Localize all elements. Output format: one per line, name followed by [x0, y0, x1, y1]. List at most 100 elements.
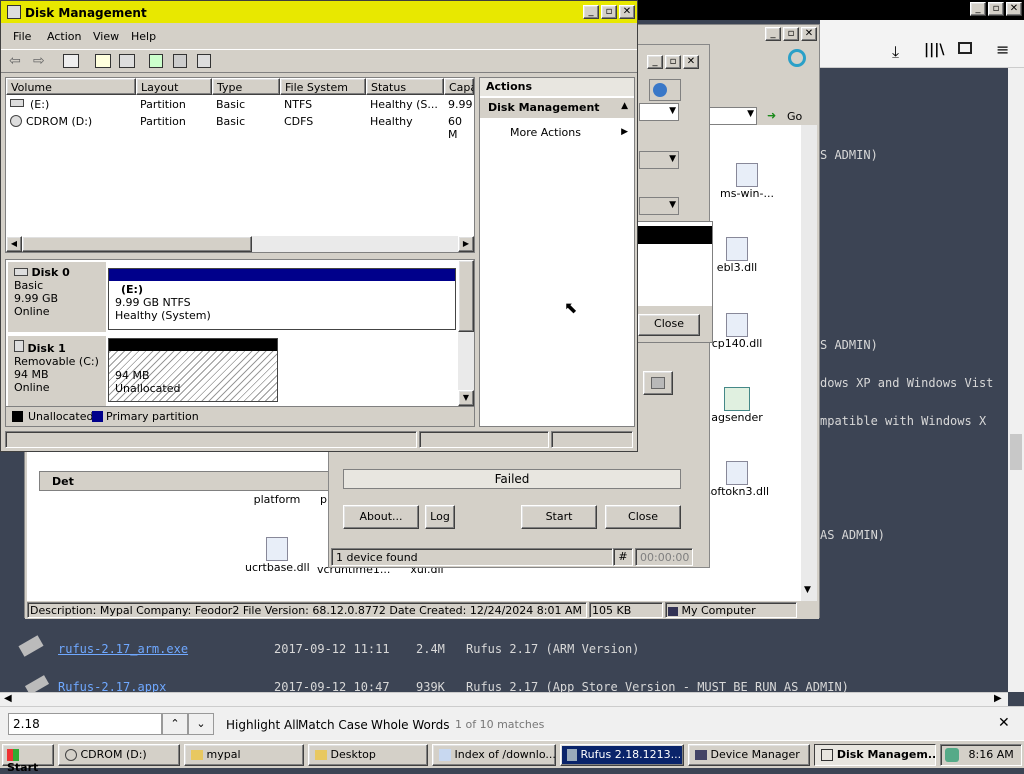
close-button[interactable]: ✕: [619, 5, 635, 19]
maximize-button[interactable]: ▫: [601, 5, 617, 19]
minimize-button[interactable]: _: [583, 5, 599, 19]
file-item[interactable]: ucrtbase.dll: [245, 537, 310, 574]
find-previous-button[interactable]: ⌃: [162, 713, 188, 735]
scroll-left-arrow[interactable]: ◀: [6, 236, 22, 252]
disk-map-vscrollbar[interactable]: ▼: [458, 260, 474, 406]
device-dropdown[interactable]: ▼: [639, 103, 679, 121]
library-icon[interactable]: |||\: [924, 42, 944, 58]
log-button[interactable]: Log: [425, 505, 455, 529]
taskbar-item[interactable]: Device Manager: [688, 744, 810, 766]
scroll-left-arrow[interactable]: ◀: [4, 693, 12, 704]
about-button[interactable]: About...: [343, 505, 419, 529]
help-icon[interactable]: [95, 54, 111, 68]
table-row[interactable]: (E:) Partition Basic NTFS Healthy (S... …: [6, 96, 474, 113]
table-row[interactable]: CDROM (D:) Partition Basic CDFS Healthy …: [6, 113, 474, 141]
minimize-button[interactable]: _: [765, 27, 781, 41]
column-header-type[interactable]: Type: [212, 78, 280, 95]
scroll-thumb[interactable]: [458, 260, 474, 332]
globe-icon-button[interactable]: [649, 79, 681, 101]
go-arrow-icon[interactable]: ➜: [767, 109, 776, 122]
collapse-icon[interactable]: ▲: [621, 101, 628, 111]
volume-list-hscrollbar[interactable]: ◀ ▶: [6, 236, 474, 252]
partition-e[interactable]: (E:) 9.99 GB NTFS Healthy (System): [108, 268, 456, 330]
back-arrow-icon[interactable]: ⇦: [9, 53, 21, 69]
page-vertical-scrollbar[interactable]: [1008, 68, 1024, 692]
find-next-button[interactable]: ⌄: [188, 713, 214, 735]
dialog-close-button[interactable]: Close: [638, 314, 700, 336]
start-button[interactable]: Start: [2, 744, 54, 774]
close-button[interactable]: Close: [605, 505, 681, 529]
go-button[interactable]: Go: [787, 110, 802, 123]
scroll-right-arrow[interactable]: ▶: [458, 236, 474, 252]
close-button[interactable]: ✕: [683, 55, 699, 69]
scroll-down-arrow[interactable]: ▼: [458, 390, 474, 406]
settings-icon[interactable]: [173, 54, 187, 68]
taskbar-item[interactable]: mypal: [184, 744, 304, 766]
close-button[interactable]: ✕: [801, 27, 817, 41]
column-header-layout[interactable]: Layout: [136, 78, 212, 95]
scroll-thumb[interactable]: [1010, 434, 1022, 470]
chevron-down-icon[interactable]: ▼: [669, 154, 676, 164]
scroll-down-arrow[interactable]: ▼: [804, 585, 811, 595]
rescan-icon[interactable]: [197, 54, 211, 68]
address-bar[interactable]: ▼: [705, 107, 757, 125]
tray-icon[interactable]: [945, 748, 959, 762]
close-button[interactable]: ✕: [1006, 2, 1022, 16]
match-case-toggle[interactable]: Match Case: [298, 718, 368, 732]
minimize-button[interactable]: _: [647, 55, 663, 69]
clock[interactable]: 8:16 AM: [969, 748, 1014, 761]
properties-icon[interactable]: [119, 54, 135, 68]
chevron-down-icon[interactable]: ▼: [747, 109, 754, 119]
menu-icon[interactable]: ≡: [996, 40, 1009, 59]
chevron-down-icon[interactable]: ▼: [669, 200, 676, 210]
maximize-button[interactable]: ▫: [665, 55, 681, 69]
file-item[interactable]: ms-win-...: [707, 163, 787, 200]
taskbar-item[interactable]: Rufus 2.18.1213...: [560, 744, 684, 766]
maximize-button[interactable]: ▫: [988, 2, 1004, 16]
page-horizontal-scrollbar[interactable]: ◀ ▶: [0, 692, 1008, 706]
forward-arrow-icon[interactable]: ⇨: [33, 53, 45, 69]
taskbar-item[interactable]: CDROM (D:): [58, 744, 180, 766]
disk-0-label[interactable]: Disk 0 Basic 9.99 GB Online: [8, 262, 106, 332]
find-input[interactable]: [8, 713, 162, 735]
file-link[interactable]: rufus-2.17_arm.exe: [58, 642, 188, 656]
partition-dropdown[interactable]: ▼: [639, 151, 679, 169]
file-item[interactable]: platform: [247, 493, 307, 506]
taskbar-item[interactable]: Desktop: [308, 744, 428, 766]
disk-1-label[interactable]: Disk 1 Removable (C:) 94 MB Online: [8, 336, 106, 406]
column-header-file-system[interactable]: File System: [280, 78, 366, 95]
menu-file[interactable]: File: [13, 30, 31, 43]
column-header-capacity[interactable]: Capa: [444, 78, 474, 95]
highlight-all-toggle[interactable]: Highlight All: [226, 718, 299, 732]
explorer-vertical-scrollbar[interactable]: ▼: [801, 125, 817, 601]
file-item[interactable]: softokn3.dll: [699, 461, 775, 498]
sidebar-icon[interactable]: [958, 42, 972, 54]
taskbar-item[interactable]: Disk Managem...: [814, 744, 936, 766]
menu-action[interactable]: Action: [47, 30, 81, 43]
maximize-button[interactable]: ▫: [783, 27, 799, 41]
check-bad-blocks-button[interactable]: [643, 371, 673, 395]
actions-section[interactable]: Disk Management ▲: [480, 98, 634, 118]
close-icon[interactable]: ✕: [998, 715, 1010, 731]
column-header-status[interactable]: Status: [366, 78, 444, 95]
chevron-down-icon[interactable]: ▼: [669, 106, 676, 116]
menu-view[interactable]: View: [93, 30, 119, 43]
refresh-icon[interactable]: [149, 54, 163, 68]
download-icon[interactable]: ⤓: [892, 42, 899, 62]
filesystem-dropdown[interactable]: ▼: [639, 197, 679, 215]
file-item[interactable]: cp140.dll: [707, 313, 767, 350]
file-item[interactable]: ebl3.dll: [707, 237, 767, 274]
menu-help[interactable]: Help: [131, 30, 156, 43]
minimize-button[interactable]: _: [970, 2, 986, 16]
column-header-volume[interactable]: Volume: [6, 78, 136, 95]
taskbar-item[interactable]: Index of /downlo...: [432, 744, 556, 766]
start-button[interactable]: Start: [521, 505, 597, 529]
show-hide-tree-icon[interactable]: [63, 54, 79, 68]
partition-unallocated[interactable]: 94 MB Unallocated: [108, 338, 278, 402]
scroll-thumb[interactable]: [22, 236, 252, 252]
hash-button[interactable]: #: [613, 548, 633, 566]
scroll-right-arrow[interactable]: ▶: [994, 693, 1002, 704]
whole-words-toggle[interactable]: Whole Words: [371, 718, 449, 732]
file-item[interactable]: agsender: [707, 387, 767, 424]
more-actions-item[interactable]: More Actions ▶: [480, 124, 634, 142]
